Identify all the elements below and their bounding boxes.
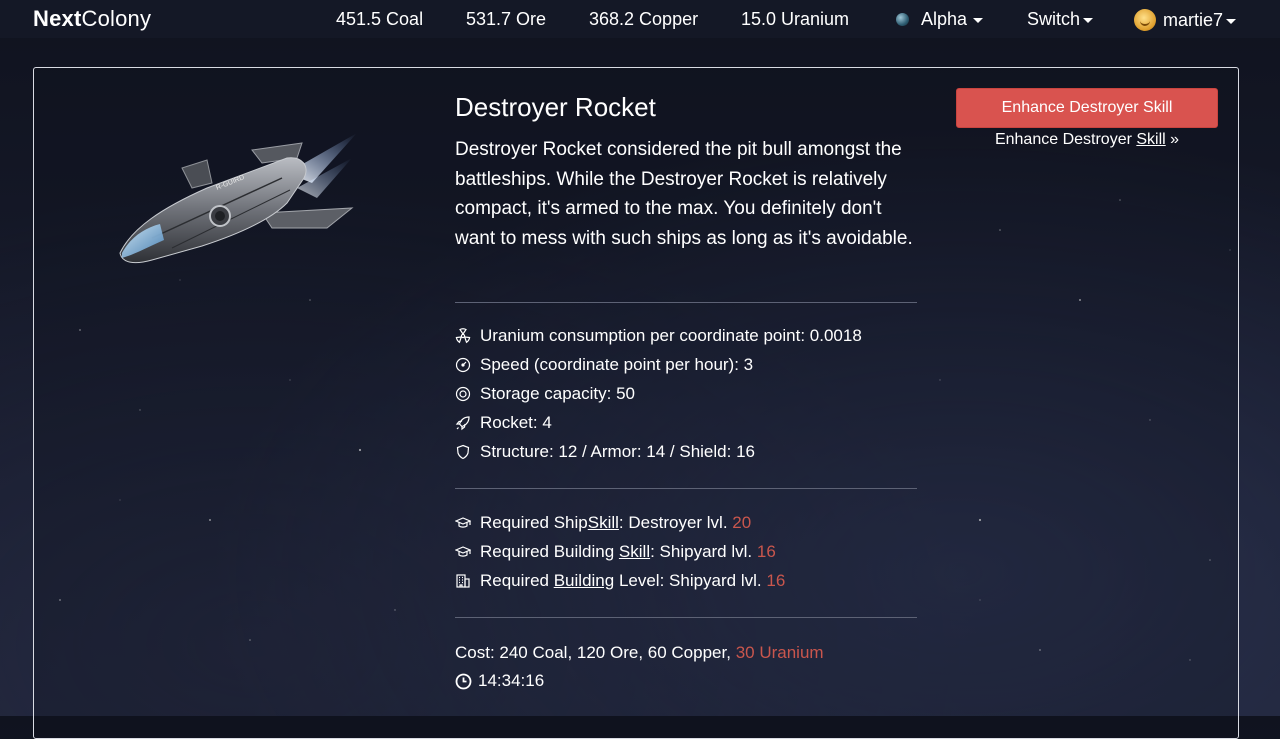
- shield-icon: [456, 444, 470, 460]
- req-building-level-value: 16: [766, 571, 786, 590]
- ore-resource: 531.7 Ore: [466, 9, 547, 29]
- skill-link[interactable]: Skill: [588, 513, 619, 533]
- username: martie7: [1163, 9, 1224, 30]
- user-menu[interactable]: martie7: [1134, 9, 1237, 31]
- building-icon: [456, 574, 470, 588]
- enhance-skill-button[interactable]: Enhance Destroyer Skill: [956, 88, 1218, 128]
- brand-logo[interactable]: NextColony: [33, 6, 151, 32]
- stat-uranium: Uranium consumption per coordinate point…: [455, 326, 862, 346]
- avatar-icon: [1134, 9, 1156, 31]
- coal-resource: 451.5 Coal: [336, 9, 424, 29]
- brand-rest: Colony: [81, 6, 152, 31]
- stat-structure: Structure: 12 / Armor: 14 / Shield: 16: [455, 442, 755, 462]
- chevron-down-icon: [973, 18, 984, 23]
- graduation-cap-icon: [455, 517, 471, 528]
- stat-rocket: Rocket: 4: [455, 413, 552, 433]
- stat-uranium-text: Uranium consumption per coordinate point…: [480, 326, 862, 345]
- ship-description: Destroyer Rocket considered the pit bull…: [455, 139, 913, 249]
- speedometer-icon: [455, 357, 471, 373]
- destroyer-rocket-image: R-GUIRD: [119, 133, 357, 264]
- timer-text: 14:34:16: [478, 671, 545, 690]
- enhance-link-pre: Enhance Destroyer: [994, 131, 1137, 148]
- stat-speed-text: Speed (coordinate point per hour): 3: [480, 355, 754, 374]
- stat-structure-text: Structure: 12 / Armor: 14 / Shield: 16: [480, 442, 755, 461]
- switch-dropdown[interactable]: Switch: [1027, 9, 1094, 30]
- switch-label: Switch: [1027, 9, 1081, 29]
- skill-link[interactable]: Skill: [619, 542, 650, 562]
- rocket-icon: [455, 416, 470, 431]
- divider: [455, 488, 917, 489]
- req-building-level-post: Level: Shipyard lvl.: [614, 571, 767, 590]
- planet-icon: [896, 13, 909, 26]
- req-ship-post: : Destroyer lvl.: [618, 513, 733, 532]
- uranium-resource: 15.0 Uranium: [741, 9, 850, 29]
- req-ship-skill: Required Ship Skill: Destroyer lvl. 20: [455, 513, 751, 533]
- divider: [455, 617, 917, 618]
- enhance-link-post: »: [1165, 131, 1180, 148]
- stat-speed: Speed (coordinate point per hour): 3: [455, 355, 753, 375]
- req-building-level: Required Building Level: Shipyard lvl. 1…: [455, 571, 785, 591]
- brand-bold: Next: [33, 6, 82, 31]
- stat-rocket-text: Rocket: 4: [480, 413, 552, 432]
- radiation-icon: [455, 328, 471, 344]
- ship-title: Destroyer Rocket: [455, 92, 656, 122]
- ship-cost: Cost: 240 Coal, 120 Ore, 60 Copper, 30 U…: [455, 643, 824, 663]
- building-link[interactable]: Building: [554, 571, 615, 591]
- enhance-link-skill: Skill: [1136, 131, 1166, 148]
- stat-storage-text: Storage capacity: 50: [480, 384, 635, 403]
- divider: [455, 302, 917, 303]
- copper-resource: 368.2 Copper: [589, 9, 699, 29]
- build-timer: 14:34:16: [455, 671, 544, 691]
- planet-dropdown[interactable]: Alpha: [896, 9, 984, 30]
- ship-detail-panel: R-GUIRD Destroyer Rocket Destroyer Rocke…: [33, 67, 1239, 739]
- cost-normal: Cost: 240 Coal, 120 Ore, 60 Copper,: [455, 643, 731, 662]
- req-building-skill-pre: Required Building: [480, 542, 619, 561]
- req-ship-pre: Required Ship: [480, 513, 588, 532]
- top-navbar: NextColony 451.5 Coal 531.7 Ore 368.2 Co…: [0, 0, 1280, 38]
- stat-storage: Storage capacity: 50: [455, 384, 635, 404]
- req-building-skill-post: : Shipyard lvl.: [650, 542, 757, 561]
- req-building-skill: Required Building Skill: Shipyard lvl. 1…: [455, 542, 776, 562]
- req-building-skill-level: 16: [756, 542, 776, 561]
- cost-missing: 30 Uranium: [735, 643, 824, 662]
- storage-icon: [455, 386, 471, 402]
- enhance-skill-link[interactable]: Enhance Destroyer Skill »: [956, 131, 1218, 149]
- graduation-cap-icon: [455, 546, 471, 557]
- req-building-level-pre: Required: [480, 571, 554, 590]
- req-ship-level: 20: [732, 513, 752, 532]
- clock-icon: [455, 673, 472, 689]
- chevron-down-icon: [1226, 18, 1237, 24]
- chevron-down-icon: [1083, 18, 1094, 23]
- planet-label: Alpha: [921, 9, 968, 29]
